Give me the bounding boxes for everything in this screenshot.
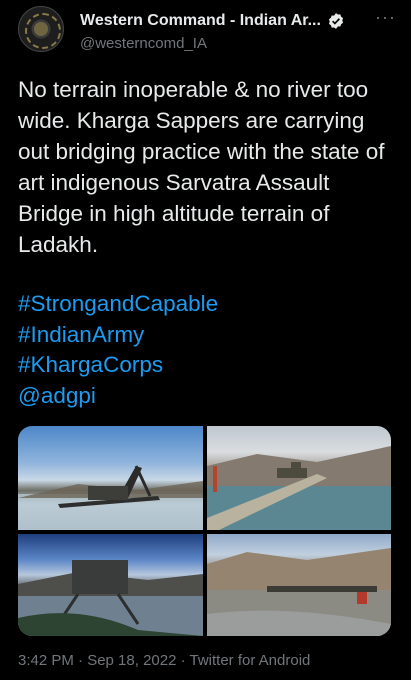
avatar[interactable]: [18, 6, 64, 52]
avatar-emblem-core: [34, 22, 48, 36]
handle[interactable]: @westerncomd_IA: [80, 35, 207, 52]
hashtag-list: #StrongandCapable #IndianArmy #KhargaCor…: [18, 289, 398, 411]
mention-link[interactable]: @adgpi: [18, 381, 398, 412]
name-row: Western Command - Indian Ar...: [80, 12, 345, 30]
tweet-header: Western Command - Indian Ar... @westernc…: [18, 6, 398, 54]
media-photo-bridge-launcher[interactable]: [18, 426, 203, 530]
media-photo-bridge-sunset[interactable]: [18, 534, 203, 636]
hashtag-link[interactable]: #IndianArmy: [18, 320, 398, 351]
media-photo-tank-crossing[interactable]: [207, 426, 391, 530]
tweet-timestamp: 3:42 PM · Sep 18, 2022 · Twitter for And…: [18, 652, 311, 669]
hashtag-link[interactable]: #StrongandCapable: [18, 289, 398, 320]
tweet-text: No terrain inoperable & no river too wid…: [18, 77, 385, 257]
display-name[interactable]: Western Command - Indian Ar...: [80, 12, 321, 30]
verified-badge-icon: [328, 13, 343, 29]
media-grid: [18, 426, 391, 636]
more-options-icon[interactable]: ···: [375, 8, 396, 26]
hashtag-link[interactable]: #KhargaCorps: [18, 350, 398, 381]
media-photo-river-bridge[interactable]: [207, 534, 391, 636]
